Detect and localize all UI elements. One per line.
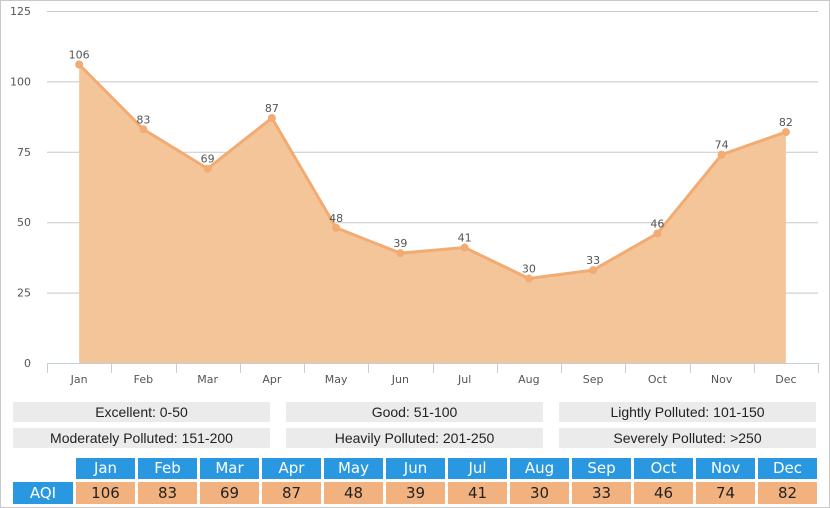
x-tick-label: Jan: [70, 373, 88, 386]
table-header-oct: Oct: [634, 458, 693, 479]
table-value-aug: 30: [510, 482, 569, 504]
data-point: [460, 243, 469, 252]
x-tick-label: Mar: [197, 373, 218, 386]
y-tick-label: 50: [17, 216, 31, 229]
data-label: 30: [522, 263, 536, 276]
table-header-nov: Nov: [696, 458, 755, 479]
table-value-feb: 83: [138, 482, 197, 504]
x-tick-label: Jun: [391, 373, 409, 386]
data-label: 48: [329, 212, 343, 225]
data-label: 33: [586, 254, 600, 267]
x-axis: Jan Feb Mar Apr May Jun Jul Aug Sep Oct Nov Dec: [47, 363, 819, 386]
table-value-dec: 82: [758, 482, 817, 504]
y-axis-ticks: 0 25 50 75 100 125: [10, 5, 31, 370]
aqi-area-chart: 0255075100125 1068369874839 413033467482 …: [10, 5, 819, 386]
data-point: [332, 223, 341, 232]
data-label: 46: [650, 217, 664, 230]
aqi-row-label: AQI: [13, 482, 73, 504]
data-label: 41: [458, 232, 472, 245]
data-label: 74: [715, 139, 729, 152]
table-value-jun: 39: [386, 482, 445, 504]
data-label: 69: [201, 153, 215, 166]
table-header-jul: Jul: [448, 458, 507, 479]
data-point: [396, 249, 405, 258]
y-tick-label: 75: [17, 146, 31, 159]
table-header-jun: Jun: [386, 458, 445, 479]
table-value-mar: 69: [200, 482, 259, 504]
x-tick-label: Dec: [775, 373, 796, 386]
table-value-oct: 46: [634, 482, 693, 504]
data-point: [781, 128, 790, 137]
data-point: [203, 164, 212, 173]
table-header-feb: Feb: [138, 458, 197, 479]
y-tick-label: 100: [10, 75, 31, 88]
legend-moderately-polluted: Moderately Polluted: 151-200: [13, 428, 270, 448]
data-point: [75, 60, 84, 69]
table-value-apr: 87: [262, 482, 321, 504]
table-header-sep: Sep: [572, 458, 631, 479]
data-point: [717, 150, 726, 159]
data-label: 87: [265, 102, 279, 115]
legend-severely-polluted: Severely Polluted: >250: [559, 428, 816, 448]
x-tick-label: Nov: [711, 373, 733, 386]
table-header-apr: Apr: [262, 458, 321, 479]
x-tick-label: Sep: [583, 373, 604, 386]
x-tick-label: Feb: [134, 373, 153, 386]
x-tick-label: Oct: [648, 373, 668, 386]
data-point: [653, 229, 662, 238]
data-point: [524, 274, 533, 283]
data-label: 106: [69, 49, 90, 62]
legend-heavily-polluted: Heavily Polluted: 201-250: [286, 428, 543, 448]
table-value-sep: 33: [572, 482, 631, 504]
x-tick-label: Jul: [457, 373, 471, 386]
table-value-nov: 74: [696, 482, 755, 504]
legend-excellent: Excellent: 0-50: [13, 402, 270, 422]
y-tick-label: 0: [24, 357, 31, 370]
table-header-may: May: [324, 458, 383, 479]
x-tick-label: May: [325, 373, 348, 386]
data-label: 82: [779, 116, 793, 129]
legend-lightly-polluted: Lightly Polluted: 101-150: [559, 402, 816, 422]
x-tick-label: Aug: [518, 373, 539, 386]
data-point: [267, 114, 276, 123]
data-point: [139, 125, 148, 134]
data-label: 39: [393, 237, 407, 250]
legend-good: Good: 51-100: [286, 402, 543, 422]
y-tick-label: 125: [10, 5, 31, 18]
table-header-jan: Jan: [76, 458, 135, 479]
table-value-jul: 41: [448, 482, 507, 504]
table-value-jan: 106: [76, 482, 135, 504]
x-tick-label: Apr: [262, 373, 282, 386]
table-header-aug: Aug: [510, 458, 569, 479]
table-header-mar: Mar: [200, 458, 259, 479]
area-fill: [79, 64, 786, 363]
table-value-may: 48: [324, 482, 383, 504]
table-header-dec: Dec: [758, 458, 817, 479]
y-tick-label: 25: [17, 287, 31, 300]
data-label: 83: [136, 113, 150, 126]
data-point: [589, 266, 598, 275]
